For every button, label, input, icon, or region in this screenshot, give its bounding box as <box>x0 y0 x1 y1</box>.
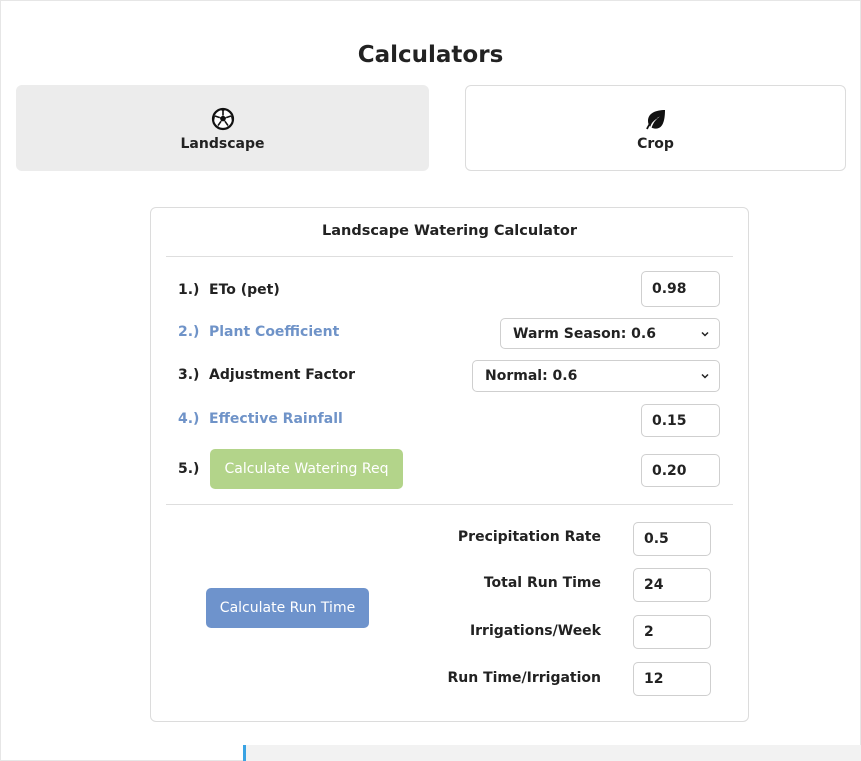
precipitation-rate-label: Precipitation Rate <box>457 529 601 545</box>
plant-coefficient-value: Warm Season: 0.6 <box>513 325 656 342</box>
calculator-card: Landscape Watering Calculator 1.) ETo (p… <box>150 207 749 722</box>
row-5-number: 5.) <box>178 461 200 477</box>
bottom-panel <box>243 745 861 761</box>
run-time-per-irrigation-output[interactable]: 12 <box>633 662 711 696</box>
tab-landscape-label: Landscape <box>180 135 265 152</box>
adjustment-factor-select[interactable]: Normal: 0.6 <box>472 360 720 392</box>
row-1-number: 1.) <box>178 282 200 298</box>
plant-coefficient-label: Plant Coefficient <box>209 324 340 340</box>
calculate-watering-req-button[interactable]: Calculate Watering Req <box>210 449 403 489</box>
bottom-accent-bar <box>243 745 246 761</box>
precipitation-rate-input[interactable]: 0.5 <box>633 522 711 556</box>
irrigations-per-week-label: Irrigations/Week <box>469 623 601 639</box>
tab-crop[interactable]: Crop <box>465 85 846 171</box>
chevron-down-icon <box>701 373 709 379</box>
section-divider <box>166 504 733 505</box>
plant-coefficient-select[interactable]: Warm Season: 0.6 <box>500 318 720 349</box>
total-run-time-label: Total Run Time <box>483 575 601 591</box>
effective-rainfall-label: Effective Rainfall <box>209 411 343 427</box>
soccer-ball-icon <box>211 107 234 130</box>
row-2-number: 2.) <box>178 324 200 340</box>
effective-rainfall-input[interactable]: 0.15 <box>641 404 720 437</box>
calculate-run-time-button[interactable]: Calculate Run Time <box>206 588 369 628</box>
row-3-number: 3.) <box>178 367 200 383</box>
total-run-time-output[interactable]: 24 <box>633 568 711 602</box>
eto-input[interactable]: 0.98 <box>641 271 720 307</box>
irrigations-per-week-input[interactable]: 2 <box>633 615 711 649</box>
leaf-icon <box>645 109 665 129</box>
adjustment-factor-label: Adjustment Factor <box>209 367 355 383</box>
title-divider <box>166 256 733 257</box>
adjustment-factor-value: Normal: 0.6 <box>485 368 578 384</box>
tab-landscape[interactable]: Landscape <box>16 85 429 171</box>
watering-req-output[interactable]: 0.20 <box>641 454 720 487</box>
chevron-down-icon <box>701 331 709 337</box>
calculator-title: Landscape Watering Calculator <box>321 223 577 239</box>
row-4-number: 4.) <box>178 411 200 427</box>
page-title: Calculators <box>357 42 504 68</box>
run-time-per-irrigation-label: Run Time/Irrigation <box>447 670 602 686</box>
eto-label: ETo (pet) <box>209 282 280 298</box>
tab-crop-label: Crop <box>637 135 674 152</box>
